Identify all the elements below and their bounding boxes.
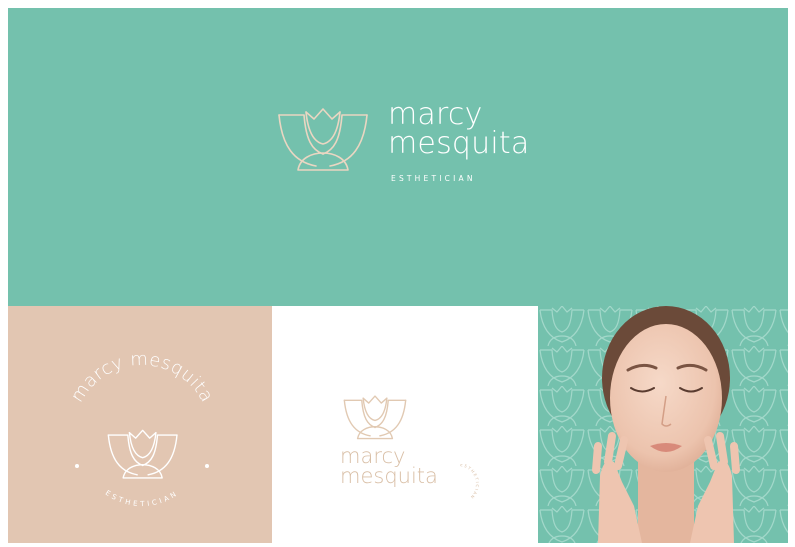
hero-panel: marcy mesquita ESTHETICIAN [8,8,788,306]
badge-tagline: ESTHETICIAN [104,489,177,508]
svg-text:ESTHETICIAN: ESTHETICIAN [460,464,480,501]
brand-board: marcy mesquita ESTHETICIAN marcy mesquit… [0,0,795,545]
stacked-name-line1: marcy [340,444,406,468]
badge-panel: marcy mesquita ESTHETICIAN [8,306,272,543]
model-photo [538,306,788,543]
stacked-lotus-icon [343,395,407,440]
badge-dot-right [205,464,209,468]
svg-text:ESTHETICIAN: ESTHETICIAN [104,489,180,508]
stacked-tagline-arc: ESTHETICIAN [460,464,480,501]
hero-tagline: ESTHETICIAN [391,174,476,183]
badge-lotus-icon [107,429,178,479]
stacked-name-line2: mesquita [340,464,438,488]
circular-badge: marcy mesquita ESTHETICIAN [67,349,218,508]
badge-name: marcy mesquita [67,349,217,406]
svg-text:marcy mesquita: marcy mesquita [67,349,218,406]
hero-name-line1: marcy [388,97,483,132]
photo-panel [538,306,788,543]
stacked-tagline: ESTHETICIAN [460,464,479,501]
badge-dot-left [75,464,79,468]
hero-name-line2: mesquita [388,126,530,161]
hero-brand-name: marcy mesquita [388,97,530,161]
lotus-mark-icon [278,108,368,171]
stacked-brand-name: marcy mesquita [340,444,438,488]
stacked-logo-panel: marcy mesquita ESTHETICIAN [272,306,538,543]
